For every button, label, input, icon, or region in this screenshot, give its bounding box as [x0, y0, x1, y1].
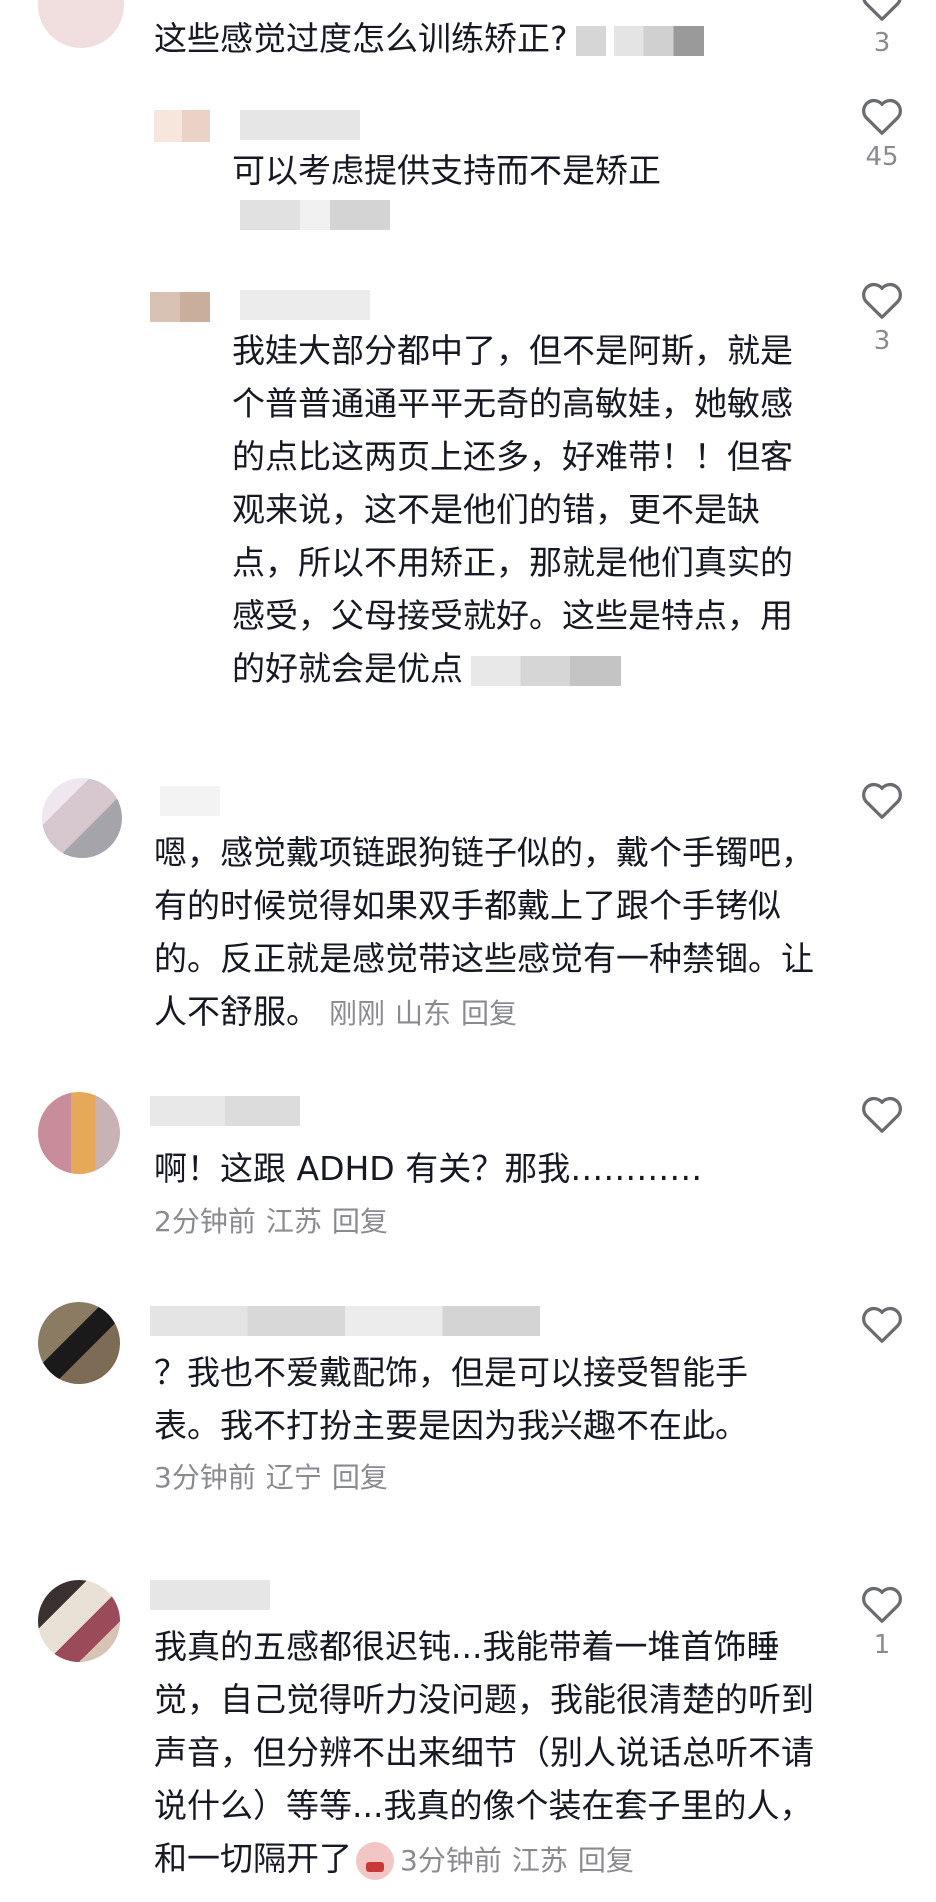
like-count: 3: [873, 326, 891, 356]
like-button[interactable]: 3: [852, 280, 912, 356]
comment-item: 嗯，感觉戴项链跟狗链子似的，戴个手镯吧，有的时候觉得如果双手都戴上了跟个手铐似的…: [0, 768, 936, 1038]
blurred-meta: [240, 200, 390, 230]
heart-outline-icon: [862, 98, 902, 135]
username-blurred: [160, 786, 220, 816]
comment-meta: 3分钟前 辽宁 回复: [154, 1461, 388, 1494]
crying-face-emoji: [356, 1841, 394, 1880]
like-count: 45: [865, 142, 899, 172]
heart-outline-icon: [862, 1306, 902, 1343]
reply-button[interactable]: 回复: [332, 1461, 388, 1494]
heart-outline-icon: [862, 1096, 902, 1133]
comment-meta: 刚刚 山东 回复: [329, 997, 518, 1030]
comment-text: 啊！这跟 ADHD 有关？那我…………: [154, 1149, 703, 1188]
blurred-meta: [613, 25, 704, 56]
like-button[interactable]: [852, 1304, 912, 1380]
comment-text: 我娃大部分都中了，但不是阿斯，就是个普普通通平平无奇的高敏娃，她敏感的点比这两页…: [232, 331, 793, 688]
username-blurred: [240, 290, 370, 320]
username-blurred: [150, 1096, 300, 1126]
reply-item: 可以考虑提供支持而不是矫正 45: [0, 96, 936, 246]
avatar[interactable]: [38, 1580, 120, 1662]
comment-meta: 3分钟前 江苏 回复: [400, 1844, 634, 1877]
comment-item: ？我也不爱戴配饰，但是可以接受智能手表。我不打扮主要是因为我兴趣不在此。 3分钟…: [0, 1300, 936, 1530]
blurred-meta: [575, 25, 606, 56]
blurred-meta: [471, 655, 621, 686]
comment-item: 我真的五感都很迟钝...我能带着一堆首饰睡觉，自己觉得听力没问题，我能很清楚的听…: [0, 1570, 936, 1902]
like-button[interactable]: [852, 1094, 912, 1170]
reply-button[interactable]: 回复: [332, 1205, 388, 1238]
avatar[interactable]: [42, 778, 122, 858]
like-button[interactable]: 3: [852, 0, 912, 58]
like-count: 3: [873, 28, 891, 58]
comment-item: 这些感觉过度怎么训练矫正? 3: [0, 0, 936, 70]
like-button[interactable]: [852, 780, 912, 856]
username-blurred: [240, 110, 360, 140]
like-count: 1: [873, 1630, 891, 1660]
comment-text: 这些感觉过度怎么训练矫正?: [154, 12, 794, 65]
avatar[interactable]: [38, 1302, 120, 1384]
comment-meta: 2分钟前 江苏 回复: [154, 1205, 388, 1238]
like-button[interactable]: 45: [852, 96, 912, 172]
username-blurred: [150, 1306, 540, 1336]
reply-button[interactable]: 回复: [461, 997, 517, 1030]
reply-button[interactable]: 回复: [578, 1844, 634, 1877]
heart-outline-icon: [862, 1586, 902, 1623]
avatar[interactable]: [38, 0, 124, 48]
heart-outline-icon: [862, 782, 902, 819]
heart-outline-icon: [862, 282, 902, 319]
like-count: [852, 1140, 912, 1170]
comment-item: 啊！这跟 ADHD 有关？那我………… 2分钟前 江苏 回复: [0, 1090, 936, 1270]
heart-outline-icon: [862, 0, 902, 21]
comment-text: ？我也不爱戴配饰，但是可以接受智能手表。我不打扮主要是因为我兴趣不在此。: [154, 1353, 748, 1445]
avatar[interactable]: [150, 292, 210, 322]
comment-text: 嗯，感觉戴项链跟狗链子似的，戴个手镯吧，有的时候觉得如果双手都戴上了跟个手铐似的…: [154, 833, 814, 1031]
comment-text: 我真的五感都很迟钝...我能带着一堆首饰睡觉，自己觉得听力没问题，我能很清楚的听…: [154, 1627, 814, 1880]
like-count: [852, 826, 912, 856]
like-button[interactable]: 1: [852, 1584, 912, 1660]
username-blurred: [150, 1580, 270, 1610]
avatar[interactable]: [38, 1092, 120, 1174]
like-count: [852, 1350, 912, 1380]
avatar[interactable]: [154, 110, 210, 142]
comment-text: 可以考虑提供支持而不是矫正: [232, 151, 661, 190]
reply-item: 我娃大部分都中了，但不是阿斯，就是个普普通通平平无奇的高敏娃，她敏感的点比这两页…: [0, 280, 936, 740]
